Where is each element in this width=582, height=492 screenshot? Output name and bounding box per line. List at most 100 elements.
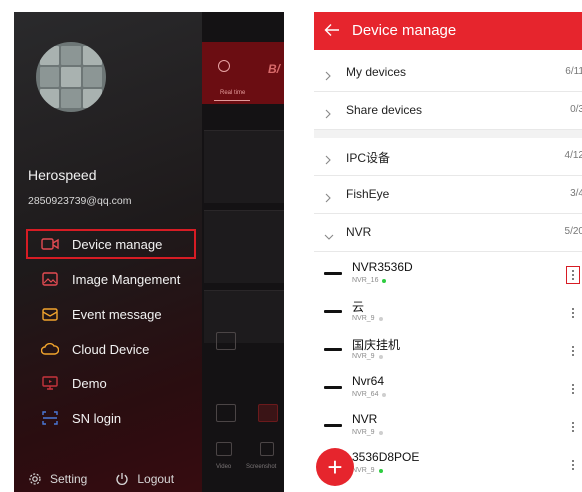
menu-item-demo[interactable]: Demo	[28, 368, 196, 398]
menu-item-label: Event message	[72, 306, 162, 322]
device-name: Nvr64	[352, 374, 385, 388]
device-name: 国庆挂机	[352, 338, 401, 352]
background-app: B/ Real time Video Screenshot	[202, 12, 284, 492]
record-icon	[216, 404, 236, 422]
background-video-card	[204, 210, 284, 283]
more-options-icon[interactable]	[566, 380, 580, 398]
device-item[interactable]: NVR3536D NVR_16	[314, 256, 582, 292]
menu-item-event-message[interactable]: Event message	[28, 299, 196, 329]
screenshot-icon	[260, 442, 274, 456]
video-icon	[216, 442, 232, 456]
chevron-right-icon	[324, 68, 332, 86]
gear-icon	[28, 472, 42, 486]
app-header: Device manage	[314, 12, 582, 50]
status-dot	[382, 278, 387, 283]
menu-item-sn-login[interactable]: SN login	[28, 403, 196, 433]
device-subtitle: NVR_9	[352, 315, 383, 322]
chevron-right-icon	[324, 106, 332, 124]
more-options-icon[interactable]	[566, 342, 580, 360]
device-type-icon	[324, 386, 342, 389]
device-name: 3536D8POE	[352, 450, 420, 464]
background-video-card	[204, 130, 284, 203]
user-icon	[218, 60, 230, 72]
menu-item-cloud-device[interactable]: Cloud Device	[28, 334, 196, 364]
menu-item-label: Demo	[72, 375, 107, 391]
username: Herospeed	[28, 167, 97, 183]
menu-item-label: SN login	[72, 410, 122, 426]
group-count: 6/11	[565, 66, 582, 77]
section-divider	[314, 130, 582, 138]
power-icon	[115, 472, 129, 486]
menu-item-device-manage[interactable]: Device manage	[26, 229, 196, 259]
menu-item-image-mangement[interactable]: Image Mangement	[28, 264, 196, 294]
device-subtitle: NVR_9	[352, 429, 383, 436]
more-options-icon[interactable]	[566, 304, 580, 322]
logout-button[interactable]: Logout	[115, 472, 174, 486]
drawer-footer: Setting Logout	[28, 472, 174, 486]
group-row-my-devices[interactable]: My devices 6/11	[314, 54, 582, 92]
device-type-icon	[324, 272, 342, 275]
group-label: My devices	[346, 65, 407, 79]
device-item[interactable]: Nvr64 NVR_64	[314, 370, 582, 406]
setting-button[interactable]: Setting	[28, 472, 87, 486]
image-icon	[40, 271, 60, 287]
menu-item-label: Cloud Device	[72, 341, 150, 357]
device-item[interactable]: 3536D8POE NVR_9	[314, 446, 582, 482]
device-item[interactable]: 国庆挂机 NVR_9	[314, 332, 582, 368]
background-app-header: B/ Real time	[202, 42, 284, 104]
setting-label: Setting	[50, 472, 88, 486]
device-type-icon	[324, 424, 342, 427]
add-device-button[interactable]: +	[316, 448, 354, 486]
add-window-icon	[216, 332, 236, 350]
chevron-right-icon	[324, 152, 332, 170]
device-model: NVR_9	[352, 353, 375, 360]
device-subtitle: NVR_9	[352, 353, 383, 360]
device-model: NVR_9	[352, 315, 375, 322]
device-model: NVR_16	[352, 277, 379, 284]
tab-underline	[214, 100, 250, 101]
video-label: Video	[216, 464, 232, 470]
device-type-icon	[324, 348, 342, 351]
group-count: 4/12	[564, 150, 582, 161]
more-options-icon[interactable]	[566, 456, 580, 474]
group-row-share-devices[interactable]: Share devices 0/3	[314, 92, 582, 130]
group-count: 3/4	[570, 188, 582, 199]
device-model: NVR_64	[352, 391, 379, 398]
logout-label: Logout	[137, 472, 175, 486]
group-count: 0/3	[570, 104, 582, 115]
envelope-icon	[40, 306, 60, 322]
device-name: 云	[352, 300, 365, 314]
monitor-icon	[40, 375, 60, 391]
back-arrow-icon[interactable]	[324, 23, 340, 42]
group-label: NVR	[346, 225, 372, 239]
chevron-down-icon	[324, 228, 334, 246]
device-subtitle: NVR_9	[352, 467, 383, 474]
group-label: FishEye	[346, 187, 390, 201]
background-tab-realtime: Real time	[220, 90, 246, 96]
more-options-icon[interactable]	[566, 418, 580, 436]
device-manage-screen: Device manage My devices 6/11 Share devi…	[314, 12, 582, 492]
status-dot	[378, 430, 383, 435]
scan-icon	[40, 410, 60, 426]
status-dot	[382, 392, 387, 397]
avatar[interactable]	[36, 42, 106, 112]
device-subtitle: NVR_64	[352, 391, 387, 398]
navigation-drawer: Herospeed 2850923739@qq.com Device manag…	[14, 12, 202, 492]
group-row-fisheye[interactable]: FishEye 3/4	[314, 176, 582, 214]
screenshot-label: Screenshot	[246, 464, 277, 470]
group-label: IPC设备	[346, 151, 391, 165]
more-options-icon[interactable]	[566, 266, 580, 284]
menu-item-label: Device manage	[72, 236, 163, 252]
status-dot	[378, 354, 383, 359]
device-type-icon	[324, 310, 342, 313]
group-row-nvr[interactable]: NVR 5/20	[314, 214, 582, 252]
device-item[interactable]: 云 NVR_9	[314, 294, 582, 330]
device-item[interactable]: NVR NVR_9	[314, 408, 582, 444]
device-name: NVR3536D	[352, 260, 413, 274]
camera-icon	[40, 236, 60, 252]
group-row-ipc[interactable]: IPC设备 4/12	[314, 138, 582, 176]
background-app-brand: B/	[268, 62, 280, 76]
menu-item-label: Image Mangement	[72, 271, 181, 287]
group-label: Share devices	[346, 103, 423, 117]
stop-icon	[258, 404, 278, 422]
